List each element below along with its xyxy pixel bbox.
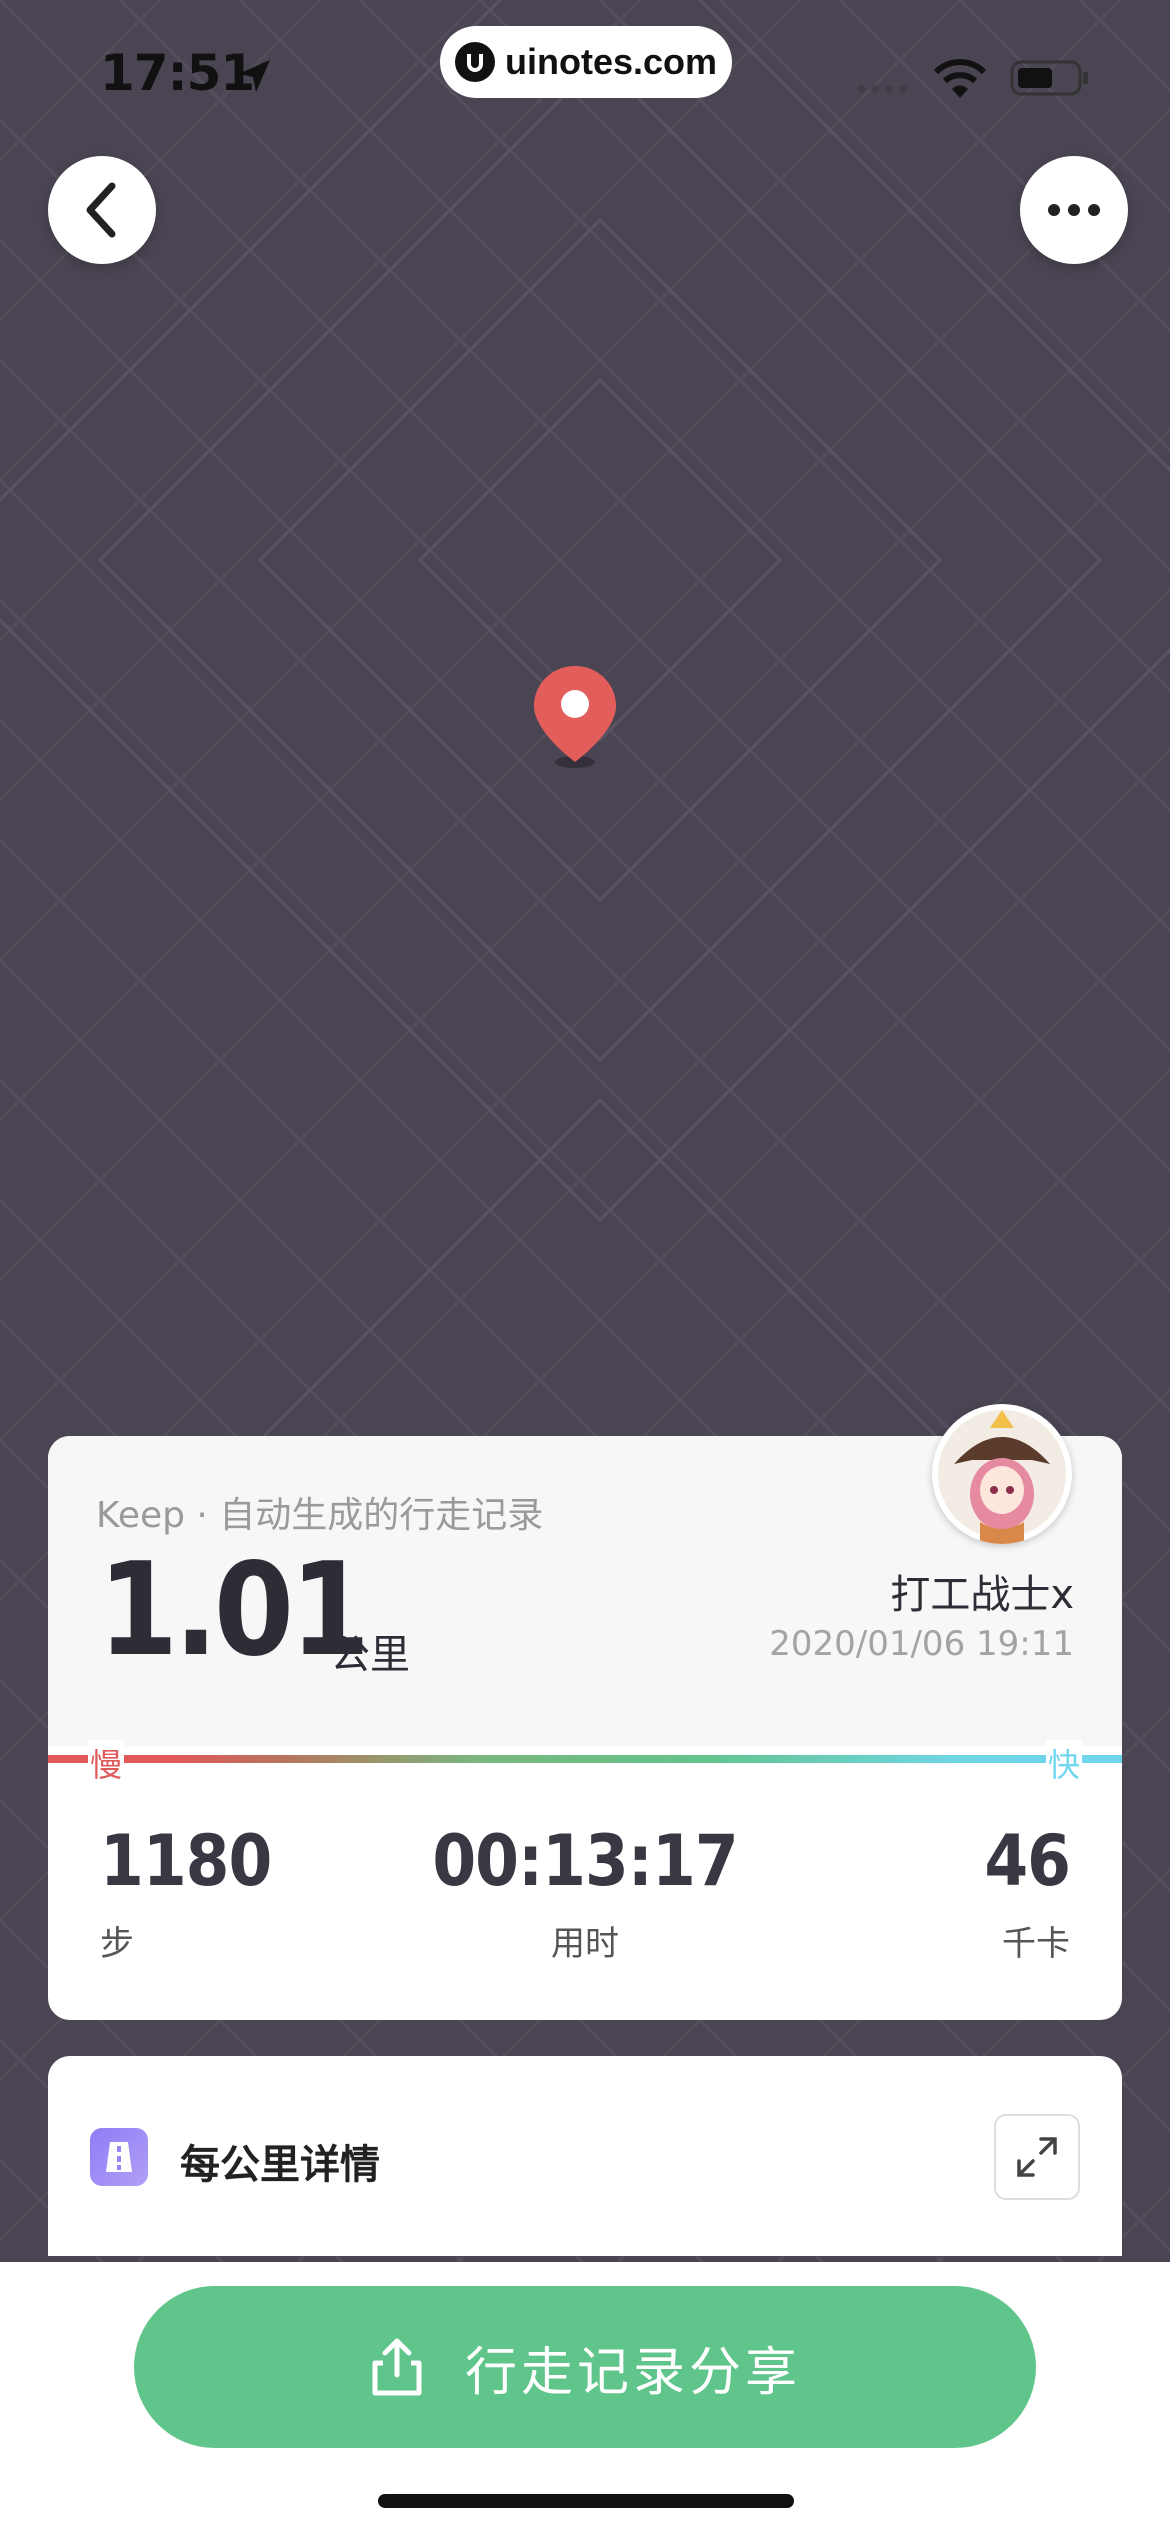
- url-text: uinotes.com: [504, 41, 718, 82]
- battery-icon: [1010, 60, 1088, 96]
- uinotes-logo-icon: [454, 42, 495, 82]
- pace-line: [48, 1755, 1122, 1763]
- duration-label: 用时: [551, 1924, 619, 1964]
- more-dots-icon: [1048, 204, 1100, 216]
- location-pin-icon: [534, 666, 616, 768]
- calories-label: 千卡: [1002, 1924, 1070, 1964]
- record-source-label: Keep · 自动生成的行走记录: [96, 1495, 544, 1536]
- username: 打工战士x: [890, 1572, 1074, 1618]
- record-datetime: 2020/01/06 19:11: [769, 1624, 1074, 1664]
- share-walk-record-button[interactable]: 行走记录分享: [134, 2286, 1036, 2448]
- chevron-left-icon: [86, 182, 116, 238]
- pace-fast-label: 快: [1045, 1740, 1082, 1786]
- expand-button[interactable]: [994, 2114, 1080, 2200]
- distance-value: 1.01: [98, 1536, 370, 1685]
- per-km-title: 每公里详情: [180, 2142, 380, 2188]
- status-time: 17:51: [100, 44, 255, 102]
- url-badge: uinotes.com: [440, 26, 732, 98]
- avatar[interactable]: [932, 1404, 1072, 1544]
- more-button[interactable]: [1020, 156, 1128, 264]
- home-indicator[interactable]: [378, 2494, 794, 2508]
- expand-icon: [1017, 2137, 1057, 2177]
- anime-avatar-image: [938, 1410, 1066, 1544]
- back-button[interactable]: [48, 156, 156, 264]
- per-km-details-card[interactable]: 每公里详情: [48, 2056, 1122, 2256]
- duration-stat: 00:13:17 用时: [48, 1820, 1122, 1965]
- calories-stat: 46 千卡: [984, 1820, 1071, 1965]
- duration-value: 00:13:17: [432, 1820, 738, 1902]
- distance-unit: 公里: [330, 1632, 410, 1678]
- status-bar: 17:51 uinotes.com: [0, 0, 1170, 150]
- pace-slow-label: 慢: [88, 1740, 125, 1786]
- pace-gradient-bar: 慢 快: [48, 1740, 1122, 1786]
- bottom-action-bar: 行走记录分享: [0, 2262, 1170, 2532]
- share-icon: [372, 2338, 422, 2396]
- road-icon: [90, 2128, 148, 2186]
- location-arrow-icon: [238, 60, 270, 92]
- wifi-icon: [933, 59, 987, 98]
- share-button-label: 行走记录分享: [464, 2342, 801, 2403]
- cellular-signal-icon: [857, 85, 907, 93]
- calories-value: 46: [984, 1820, 1071, 1902]
